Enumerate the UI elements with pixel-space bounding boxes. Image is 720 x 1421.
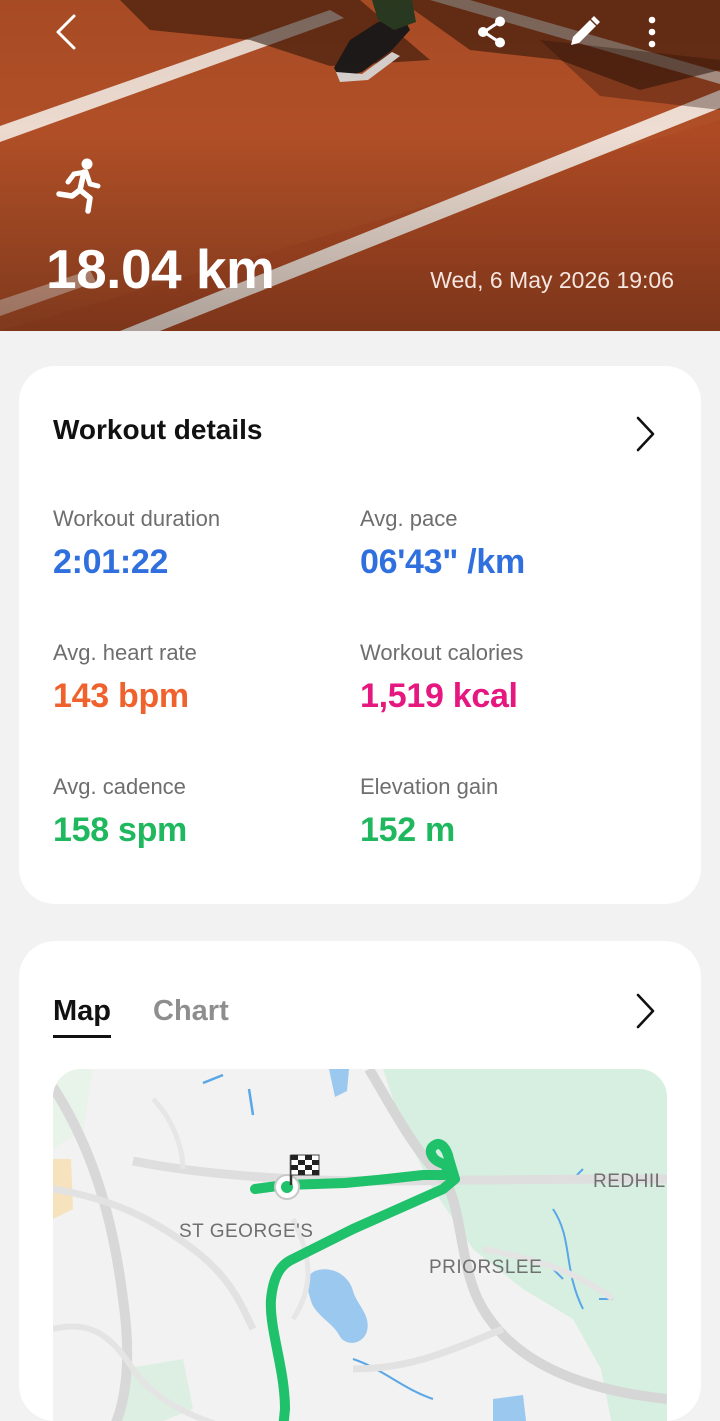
back-button[interactable] xyxy=(42,8,90,56)
map-card: Map Chart ST GEORGE'S PRIORSLEE REDHIL xyxy=(19,941,701,1421)
chevron-left-icon xyxy=(56,14,76,50)
metric-value: 06'43" /km xyxy=(360,543,525,581)
metric-label: Avg. pace xyxy=(360,506,458,531)
workout-details-card[interactable]: Workout details Workout duration 2:01:22… xyxy=(19,366,701,904)
more-options-button[interactable] xyxy=(628,8,676,56)
metric-avg-heart-rate: Avg. heart rate 143 bpm xyxy=(53,638,197,716)
map-place-label: ST GEORGE'S xyxy=(179,1221,314,1242)
map-canvas xyxy=(53,1069,667,1421)
metric-avg-pace: Avg. pace 06'43" /km xyxy=(360,504,525,582)
workout-datetime: Wed, 6 May 2026 19:06 xyxy=(430,267,674,293)
workout-details-open-button[interactable] xyxy=(625,410,665,458)
metric-label: Avg. heart rate xyxy=(53,640,197,665)
metric-workout-duration: Workout duration 2:01:22 xyxy=(53,504,220,582)
running-person-icon xyxy=(56,158,101,214)
share-icon xyxy=(478,16,505,48)
metric-value: 1,519 kcal xyxy=(360,677,518,715)
metric-value: 143 bpm xyxy=(53,677,189,715)
hero-banner: 18.04 km Wed, 6 May 2026 19:06 xyxy=(0,0,720,331)
share-button[interactable] xyxy=(468,8,516,56)
metric-label: Workout duration xyxy=(53,506,221,531)
chevron-right-icon xyxy=(636,993,655,1029)
chevron-right-icon xyxy=(636,416,655,452)
metric-value: 2:01:22 xyxy=(53,543,169,581)
metric-label: Avg. cadence xyxy=(53,774,186,799)
map-place-label: REDHILL xyxy=(593,1171,667,1192)
map-place-label: PRIORSLEE xyxy=(429,1257,543,1278)
route-map[interactable]: ST GEORGE'S PRIORSLEE REDHILL xyxy=(53,1069,667,1421)
tab-chart[interactable]: Chart xyxy=(153,991,229,1031)
metric-label: Elevation gain xyxy=(360,774,499,799)
metric-value: 158 spm xyxy=(53,811,187,849)
metric-label: Workout calories xyxy=(360,640,524,665)
workout-distance: 18.04 km xyxy=(46,238,275,300)
pencil-icon xyxy=(571,16,600,45)
metric-elevation-gain: Elevation gain 152 m xyxy=(360,772,498,850)
map-open-button[interactable] xyxy=(625,987,665,1035)
tab-map[interactable]: Map xyxy=(53,991,111,1038)
start-point-icon xyxy=(274,1174,300,1200)
card-title: Workout details xyxy=(53,414,263,445)
metric-avg-cadence: Avg. cadence 158 spm xyxy=(53,772,187,850)
more-vertical-icon xyxy=(648,16,656,48)
edit-button[interactable] xyxy=(560,8,608,56)
metric-value: 152 m xyxy=(360,811,455,849)
metric-workout-calories: Workout calories 1,519 kcal xyxy=(360,638,523,716)
